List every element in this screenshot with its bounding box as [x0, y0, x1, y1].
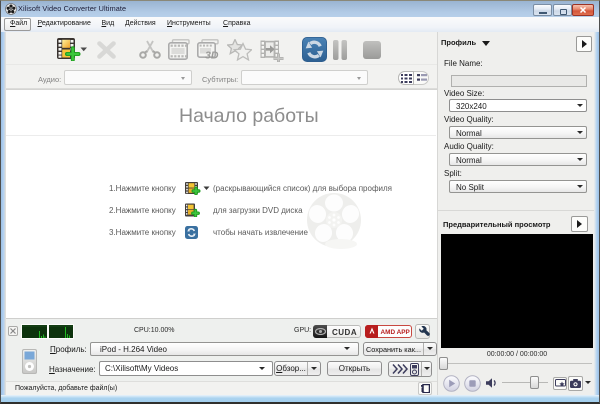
svg-text:3D: 3D [205, 50, 219, 62]
